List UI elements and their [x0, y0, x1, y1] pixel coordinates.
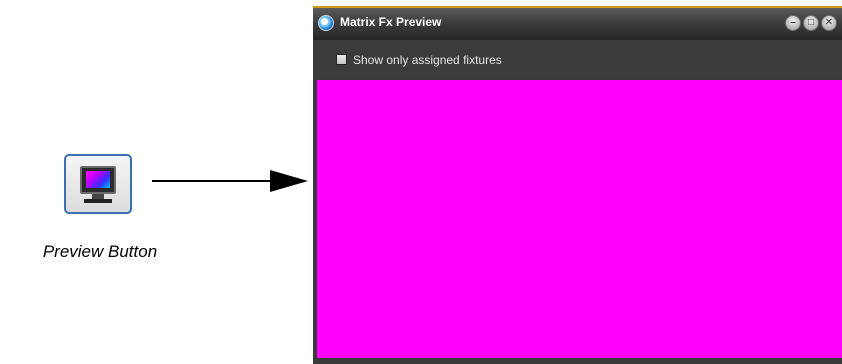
- close-icon: ✕: [824, 17, 834, 28]
- window-toolbar: Show only assigned fixtures: [317, 40, 842, 78]
- monitor-screen: [86, 171, 110, 188]
- preview-button-caption: Preview Button: [42, 242, 158, 261]
- app-globe-icon: [318, 15, 334, 31]
- minimize-button[interactable]: –: [785, 15, 801, 31]
- window-titlebar[interactable]: Matrix Fx Preview – □ ✕: [313, 6, 842, 40]
- maximize-button[interactable]: □: [803, 15, 819, 31]
- minimize-icon: –: [790, 17, 796, 28]
- preview-button[interactable]: [64, 154, 132, 214]
- arrow-icon: [152, 170, 308, 192]
- maximize-icon: □: [807, 17, 815, 28]
- close-button[interactable]: ✕: [821, 15, 837, 31]
- matrix-fx-preview-window: Matrix Fx Preview – □ ✕ Show only assign…: [313, 6, 842, 364]
- documentation-figure: Preview Button Matrix Fx Preview – □ ✕ S…: [0, 0, 842, 364]
- monitor-base: [84, 199, 112, 203]
- show-assigned-label[interactable]: Show only assigned fixtures: [353, 53, 502, 67]
- window-bottom-border: [313, 358, 842, 364]
- monitor-icon: [80, 166, 116, 194]
- window-title: Matrix Fx Preview: [340, 15, 442, 29]
- show-assigned-checkbox[interactable]: [336, 54, 347, 65]
- matrix-preview-area: [317, 80, 842, 358]
